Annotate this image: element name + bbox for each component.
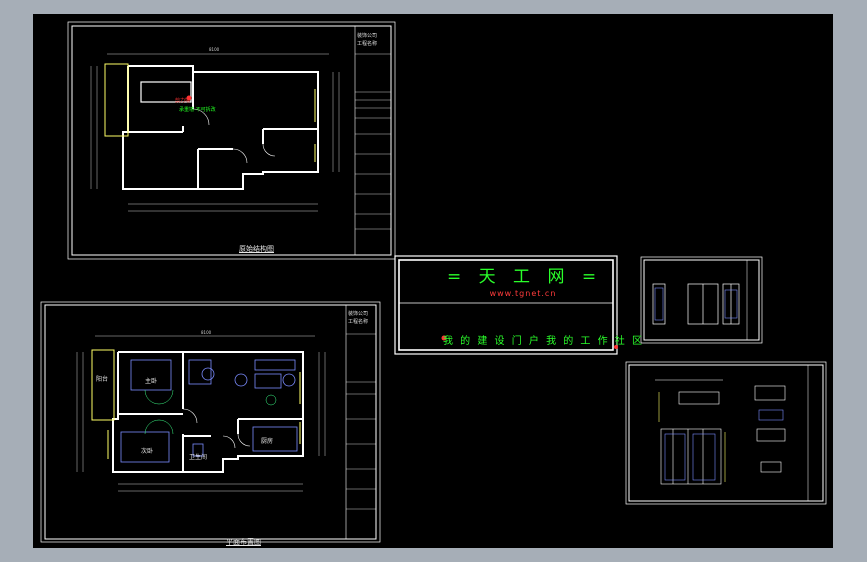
title-block-project-bottom: 工程名称 [348,319,369,325]
room-bath: 卫生间 [189,454,208,461]
room-second: 次卧 [141,448,154,455]
room-balcony: 阳台 [96,376,109,383]
logo-title: = 天 工 网 = [447,267,603,287]
sheet-floor-plan[interactable] [40,301,381,543]
load-bearing-note: 承重墙·不可拆改 [179,107,216,113]
title-block-company-top: 装饰公司 [357,33,378,39]
logo-slogan: 我 的 建 设 门 户 我 的 工 作 社 区 [443,336,644,347]
plan-bottom-title: 平面布置图 [226,538,261,546]
title-block-project-top: 工程名称 [357,41,378,47]
logo-url[interactable]: www.tgnet.cn [463,289,583,298]
shear-wall-note: 剪力墙 [175,98,191,104]
cad-model-space[interactable]: = 天 工 网 = www.tgnet.cn 我 的 建 设 门 户 我 的 工… [33,14,833,548]
room-kitchen: 厨房 [261,438,274,445]
sheet-original-structure[interactable] [67,21,396,260]
sheet-detail[interactable] [625,361,827,505]
room-master: 主卧 [145,378,158,385]
sheet-elevation-small[interactable] [640,256,763,344]
top-total-dim: 8100 [209,47,220,52]
drawing-layer[interactable] [33,14,833,548]
title-block-company-bottom: 装饰公司 [348,311,369,317]
plan-top-title: 原始结构图 [239,245,274,253]
bottom-total-dim: 8100 [201,330,212,335]
